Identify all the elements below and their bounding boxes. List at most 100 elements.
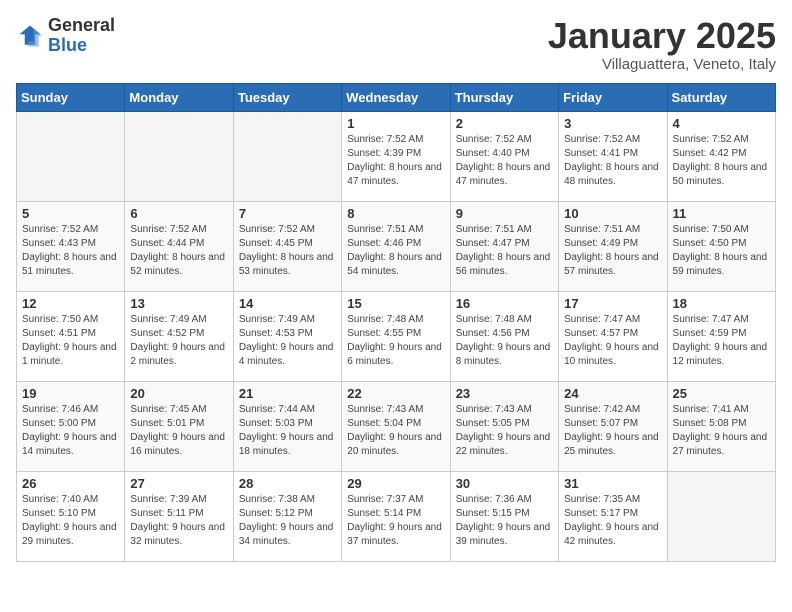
day-number: 7 [239,206,336,221]
calendar-day-cell: 27 Sunrise: 7:39 AM Sunset: 5:11 PM Dayli… [125,471,233,561]
weekday-header: Tuesday [233,83,341,111]
day-info: Sunrise: 7:45 AM Sunset: 5:01 PM Dayligh… [130,403,227,459]
logo: General Blue [16,16,115,56]
day-info: Sunrise: 7:50 AM Sunset: 4:51 PM Dayligh… [22,313,119,369]
calendar-table: SundayMondayTuesdayWednesdayThursdayFrid… [16,83,776,562]
day-number: 19 [22,386,119,401]
weekday-header: Wednesday [342,83,450,111]
weekday-header: Monday [125,83,233,111]
calendar-day-cell: 6 Sunrise: 7:52 AM Sunset: 4:44 PM Daylig… [125,201,233,291]
calendar-day-cell: 15Sunrise: 7:48 AM Sunset: 4:55 PM Dayli… [342,291,450,381]
calendar-day-cell: 21 Sunrise: 7:44 AM Sunset: 5:03 PM Dayli… [233,381,341,471]
day-info: Sunrise: 7:47 AM Sunset: 4:59 PM Dayligh… [673,313,770,369]
calendar-day-cell: 28Sunrise: 7:38 AM Sunset: 5:12 PM Dayli… [233,471,341,561]
calendar-day-cell: 9 Sunrise: 7:51 AM Sunset: 4:47 PM Daylig… [450,201,558,291]
calendar-week-row: 26 Sunrise: 7:40 AM Sunset: 5:10 PM Dayli… [17,471,776,561]
calendar-subtitle: Villaguattera, Veneto, Italy [548,56,776,73]
day-number: 4 [673,116,770,131]
day-number: 27 [130,476,227,491]
calendar-day-cell: 25Sunrise: 7:41 AM Sunset: 5:08 PM Dayli… [667,381,775,471]
calendar-day-cell: 8 Sunrise: 7:51 AM Sunset: 4:46 PM Daylig… [342,201,450,291]
day-info: Sunrise: 7:44 AM Sunset: 5:03 PM Dayligh… [239,403,336,459]
day-number: 5 [22,206,119,221]
day-number: 29 [347,476,444,491]
calendar-day-cell: 14 Sunrise: 7:49 AM Sunset: 4:53 PM Dayli… [233,291,341,381]
calendar-day-cell: 1Sunrise: 7:52 AM Sunset: 4:39 PM Daylig… [342,111,450,201]
day-number: 23 [456,386,553,401]
title-block: January 2025 Villaguattera, Veneto, Ital… [548,16,776,73]
calendar-day-cell [125,111,233,201]
day-number: 1 [347,116,444,131]
day-info: Sunrise: 7:41 AM Sunset: 5:08 PM Dayligh… [673,403,770,459]
day-number: 17 [564,296,661,311]
page-header: General Blue January 2025 Villaguattera,… [16,16,776,73]
calendar-week-row: 5 Sunrise: 7:52 AM Sunset: 4:43 PM Daylig… [17,201,776,291]
calendar-week-row: 1Sunrise: 7:52 AM Sunset: 4:39 PM Daylig… [17,111,776,201]
day-info: Sunrise: 7:48 AM Sunset: 4:55 PM Dayligh… [347,313,444,369]
day-number: 3 [564,116,661,131]
weekday-header: Saturday [667,83,775,111]
day-number: 18 [673,296,770,311]
calendar-day-cell: 13 Sunrise: 7:49 AM Sunset: 4:52 PM Dayli… [125,291,233,381]
day-info: Sunrise: 7:36 AM Sunset: 5:15 PM Dayligh… [456,493,553,549]
calendar-day-cell: 29Sunrise: 7:37 AM Sunset: 5:14 PM Dayli… [342,471,450,561]
day-number: 2 [456,116,553,131]
day-info: Sunrise: 7:40 AM Sunset: 5:10 PM Dayligh… [22,493,119,549]
calendar-day-cell: 30 Sunrise: 7:36 AM Sunset: 5:15 PM Dayli… [450,471,558,561]
day-number: 6 [130,206,227,221]
weekday-header: Friday [559,83,667,111]
calendar-day-cell: 11Sunrise: 7:50 AM Sunset: 4:50 PM Dayli… [667,201,775,291]
day-number: 12 [22,296,119,311]
day-info: Sunrise: 7:52 AM Sunset: 4:40 PM Dayligh… [456,133,553,189]
day-number: 26 [22,476,119,491]
calendar-day-cell: 20Sunrise: 7:45 AM Sunset: 5:01 PM Dayli… [125,381,233,471]
logo-icon [16,22,44,50]
day-number: 10 [564,206,661,221]
day-info: Sunrise: 7:35 AM Sunset: 5:17 PM Dayligh… [564,493,661,549]
day-info: Sunrise: 7:51 AM Sunset: 4:47 PM Dayligh… [456,223,553,279]
calendar-day-cell: 10 Sunrise: 7:51 AM Sunset: 4:49 PM Dayli… [559,201,667,291]
day-info: Sunrise: 7:51 AM Sunset: 4:46 PM Dayligh… [347,223,444,279]
day-info: Sunrise: 7:48 AM Sunset: 4:56 PM Dayligh… [456,313,553,369]
day-info: Sunrise: 7:38 AM Sunset: 5:12 PM Dayligh… [239,493,336,549]
calendar-day-cell: 5 Sunrise: 7:52 AM Sunset: 4:43 PM Daylig… [17,201,125,291]
day-info: Sunrise: 7:52 AM Sunset: 4:43 PM Dayligh… [22,223,119,279]
day-number: 16 [456,296,553,311]
day-number: 21 [239,386,336,401]
day-info: Sunrise: 7:39 AM Sunset: 5:11 PM Dayligh… [130,493,227,549]
day-number: 8 [347,206,444,221]
day-number: 11 [673,206,770,221]
day-info: Sunrise: 7:51 AM Sunset: 4:49 PM Dayligh… [564,223,661,279]
day-info: Sunrise: 7:52 AM Sunset: 4:41 PM Dayligh… [564,133,661,189]
day-info: Sunrise: 7:52 AM Sunset: 4:42 PM Dayligh… [673,133,770,189]
calendar-day-cell: 7 Sunrise: 7:52 AM Sunset: 4:45 PM Daylig… [233,201,341,291]
calendar-day-cell [667,471,775,561]
day-number: 14 [239,296,336,311]
calendar-day-cell: 31 Sunrise: 7:35 AM Sunset: 5:17 PM Dayli… [559,471,667,561]
day-info: Sunrise: 7:42 AM Sunset: 5:07 PM Dayligh… [564,403,661,459]
day-info: Sunrise: 7:49 AM Sunset: 4:52 PM Dayligh… [130,313,227,369]
weekday-header: Thursday [450,83,558,111]
day-info: Sunrise: 7:49 AM Sunset: 4:53 PM Dayligh… [239,313,336,369]
day-number: 13 [130,296,227,311]
calendar-header-row: SundayMondayTuesdayWednesdayThursdayFrid… [17,83,776,111]
calendar-day-cell: 3 Sunrise: 7:52 AM Sunset: 4:41 PM Daylig… [559,111,667,201]
calendar-day-cell [17,111,125,201]
calendar-week-row: 12 Sunrise: 7:50 AM Sunset: 4:51 PM Dayli… [17,291,776,381]
day-number: 30 [456,476,553,491]
logo-blue: Blue [48,35,87,55]
calendar-day-cell: 12 Sunrise: 7:50 AM Sunset: 4:51 PM Dayli… [17,291,125,381]
day-info: Sunrise: 7:52 AM Sunset: 4:45 PM Dayligh… [239,223,336,279]
calendar-day-cell: 17Sunrise: 7:47 AM Sunset: 4:57 PM Dayli… [559,291,667,381]
day-number: 22 [347,386,444,401]
calendar-day-cell: 26 Sunrise: 7:40 AM Sunset: 5:10 PM Dayli… [17,471,125,561]
day-info: Sunrise: 7:52 AM Sunset: 4:44 PM Dayligh… [130,223,227,279]
calendar-week-row: 19Sunrise: 7:46 AM Sunset: 5:00 PM Dayli… [17,381,776,471]
day-info: Sunrise: 7:43 AM Sunset: 5:05 PM Dayligh… [456,403,553,459]
calendar-day-cell: 16 Sunrise: 7:48 AM Sunset: 4:56 PM Dayli… [450,291,558,381]
calendar-day-cell: 22Sunrise: 7:43 AM Sunset: 5:04 PM Dayli… [342,381,450,471]
day-number: 24 [564,386,661,401]
calendar-day-cell: 18 Sunrise: 7:47 AM Sunset: 4:59 PM Dayli… [667,291,775,381]
day-number: 9 [456,206,553,221]
day-number: 31 [564,476,661,491]
